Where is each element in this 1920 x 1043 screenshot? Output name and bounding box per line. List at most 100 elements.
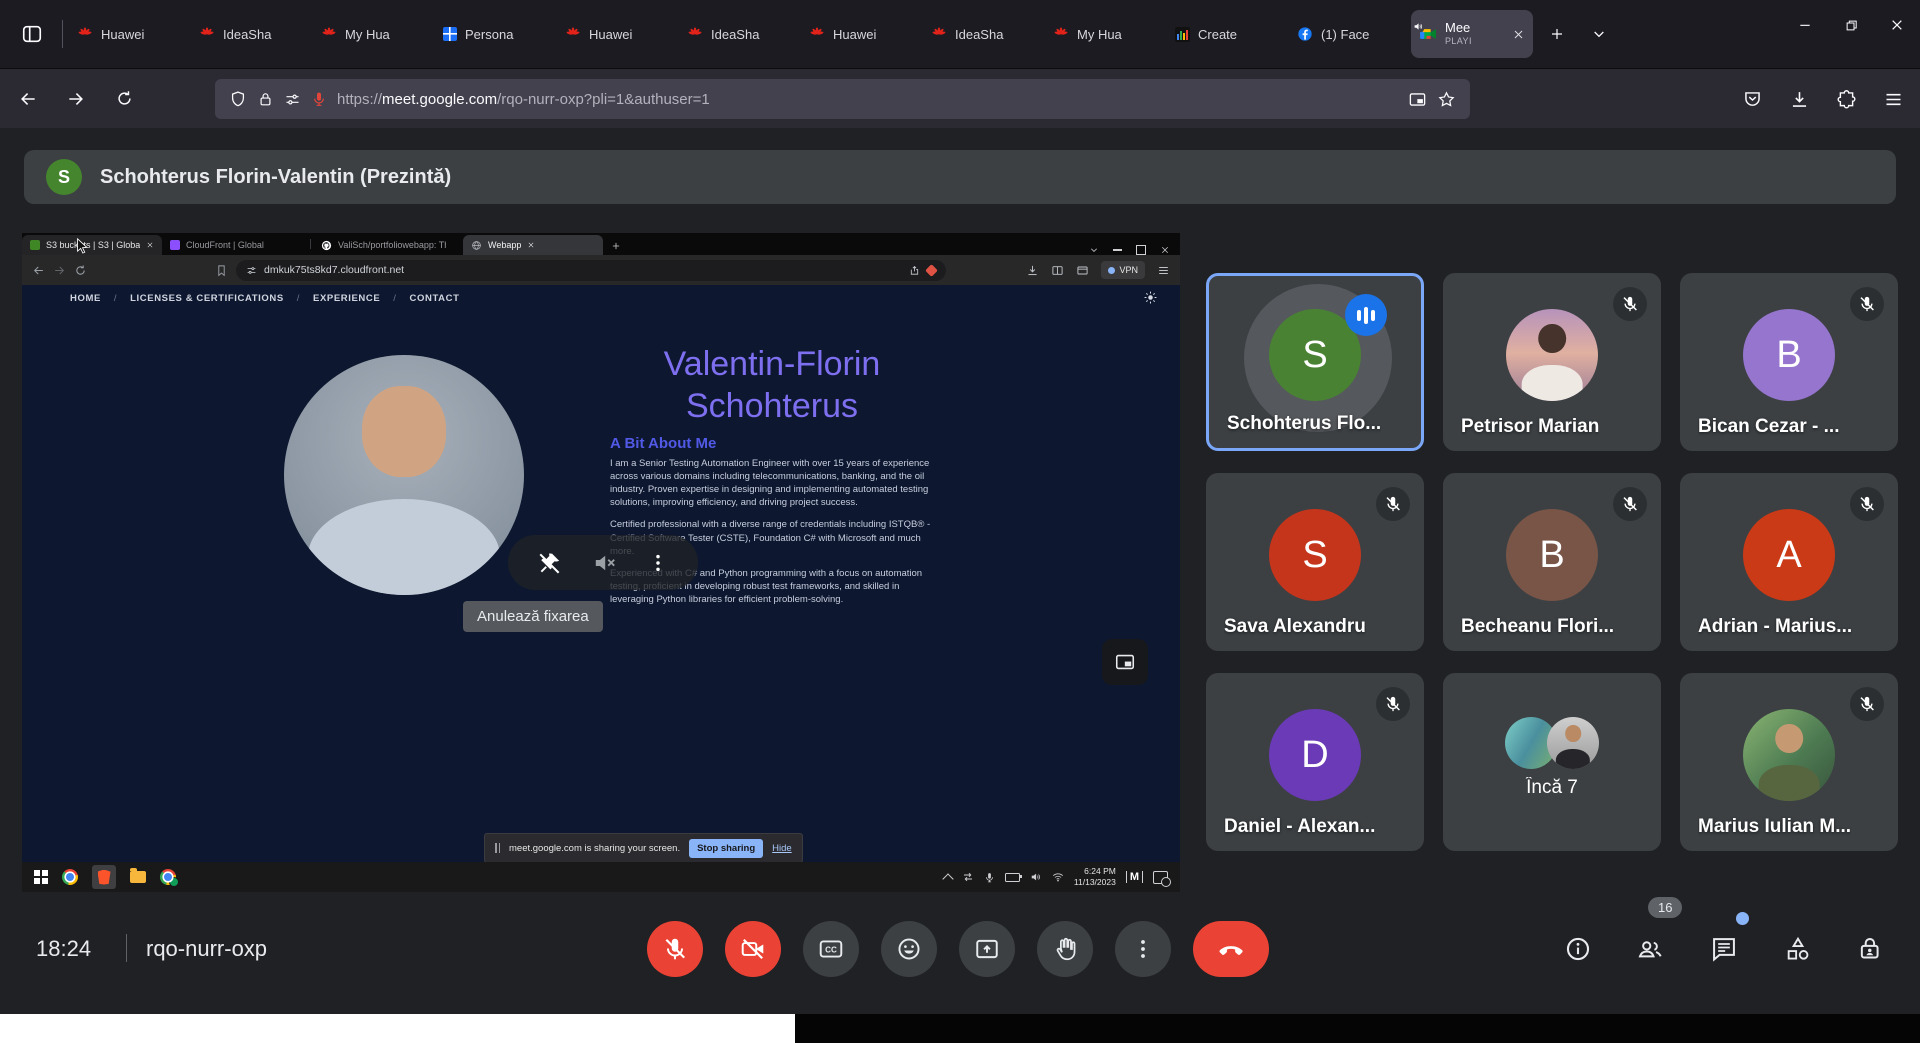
bookmark-icon	[215, 264, 228, 277]
shared-screen-tile[interactable]: S3 buckets | S3 | Global CloudFront | Gl…	[22, 233, 1180, 892]
vpn-badge: VPN	[1101, 261, 1145, 279]
firefox-view-icon[interactable]	[12, 14, 52, 54]
participant-tile-petrisor[interactable]: Petrisor Marian	[1443, 273, 1661, 451]
browser-tab-meet-active[interactable]: Mee PLAYI	[1411, 10, 1533, 58]
present-button[interactable]	[959, 921, 1015, 977]
call-controls	[647, 921, 1269, 977]
extensions-icon[interactable]	[1836, 89, 1857, 110]
wallet-icon	[1076, 264, 1089, 277]
participant-tile-schohterus[interactable]: S Schohterus Flo...	[1206, 273, 1424, 451]
browser-tab[interactable]: Huawei	[557, 10, 679, 58]
reload-button[interactable]	[104, 79, 144, 119]
participant-tile-sava[interactable]: S Sava Alexandru	[1206, 473, 1424, 651]
browser-tab[interactable]: Persona	[435, 10, 557, 58]
lock-icon[interactable]	[257, 91, 274, 108]
status-badge-dot	[169, 877, 179, 887]
address-bar[interactable]: https://meet.google.com/rqo-nurr-oxp?pli…	[215, 79, 1470, 119]
list-tabs-button[interactable]	[1581, 16, 1617, 52]
close-button[interactable]	[1874, 0, 1920, 50]
file-explorer-icon[interactable]	[130, 871, 146, 883]
participants-button[interactable]	[1636, 935, 1664, 963]
reactions-button[interactable]	[881, 921, 937, 977]
download-icon	[1026, 264, 1039, 277]
tab-audio-playing-icon	[1413, 21, 1424, 32]
mic-muted-icon	[1850, 687, 1884, 721]
meeting-details-button[interactable]	[1564, 935, 1592, 963]
chrome-meet-icon[interactable]	[160, 869, 176, 885]
windows-start-icon[interactable]	[34, 870, 48, 884]
tab-label: IdeaSha	[955, 27, 1037, 42]
chevron-down-icon	[1089, 245, 1099, 255]
meeting-code: rqo-nurr-oxp	[146, 936, 267, 962]
raise-hand-button[interactable]	[1037, 921, 1093, 977]
microphone-in-use-icon[interactable]	[311, 91, 327, 107]
close-tab-icon[interactable]	[1512, 28, 1525, 41]
participant-name: Sava Alexandru	[1224, 616, 1366, 638]
browser-tab[interactable]: Create	[1167, 10, 1289, 58]
taskbar-m-icon[interactable]: M	[1126, 871, 1143, 883]
leave-call-button[interactable]	[1193, 921, 1269, 977]
notifications-icon[interactable]	[1153, 871, 1168, 884]
hide-banner-link[interactable]: Hide	[772, 843, 792, 854]
browser-tab[interactable]: Huawei	[69, 10, 191, 58]
participant-tile-bican[interactable]: B Bican Cezar - ...	[1680, 273, 1898, 451]
new-tab-button[interactable]	[1539, 16, 1575, 52]
microphone-tray-icon[interactable]	[984, 872, 995, 883]
tray-expand-icon[interactable]	[942, 873, 953, 884]
permissions-icon[interactable]	[284, 91, 301, 108]
tab-label: (1) Face	[1321, 27, 1403, 42]
more-options-button[interactable]	[1115, 921, 1171, 977]
avatar: B	[1743, 309, 1835, 401]
menu-icon[interactable]	[1883, 89, 1904, 110]
browser-tab[interactable]: Huawei	[801, 10, 923, 58]
stop-sharing-button[interactable]: Stop sharing	[689, 839, 763, 858]
browser-tab[interactable]: (1) Face	[1289, 10, 1411, 58]
wifi-icon[interactable]	[1052, 871, 1064, 883]
forward-button[interactable]	[56, 79, 96, 119]
more-options-icon[interactable]	[647, 552, 669, 574]
participant-tile-marius[interactable]: Marius Iulian M...	[1680, 673, 1898, 851]
avatar: A	[1743, 509, 1835, 601]
speaker-tray-icon[interactable]	[1030, 871, 1042, 883]
site-settings-icon	[246, 265, 257, 276]
shared-address-bar: dmkuk75ts8kd7.cloudfront.net	[236, 260, 946, 281]
unpin-icon[interactable]	[537, 550, 563, 576]
activities-button[interactable]	[1784, 935, 1812, 963]
participant-tile-overflow[interactable]: Încă 7	[1443, 673, 1661, 851]
tracking-protection-shield-icon[interactable]	[229, 90, 247, 108]
browser-tab[interactable]: IdeaSha	[679, 10, 801, 58]
minimize-button[interactable]	[1782, 0, 1828, 50]
battery-icon[interactable]	[1005, 873, 1020, 882]
captions-button[interactable]	[803, 921, 859, 977]
participant-tile-daniel[interactable]: D Daniel - Alexan...	[1206, 673, 1424, 851]
camera-off-button[interactable]	[725, 921, 781, 977]
picture-in-picture-icon[interactable]	[1408, 90, 1427, 109]
participant-tile-becheanu[interactable]: B Becheanu Flori...	[1443, 473, 1661, 651]
vpn-dot-icon	[1108, 267, 1115, 274]
drag-handle-icon[interactable]	[495, 843, 500, 853]
brave-icon[interactable]	[92, 865, 116, 889]
downloads-icon[interactable]	[1789, 89, 1810, 110]
restore-button[interactable]	[1828, 0, 1874, 50]
chat-button[interactable]	[1710, 935, 1738, 963]
network-activity-icon[interactable]	[962, 871, 974, 883]
participant-tile-adrian[interactable]: A Adrian - Marius...	[1680, 473, 1898, 651]
browser-tab[interactable]: My Hua	[313, 10, 435, 58]
windows-taskbar: 6:24 PM 11/13/2023 M	[22, 862, 1180, 892]
taskbar-clock[interactable]: 6:24 PM 11/13/2023	[1074, 866, 1116, 887]
minimize-tile-button[interactable]	[1102, 639, 1148, 685]
browser-tab[interactable]: My Hua	[1045, 10, 1167, 58]
mic-off-button[interactable]	[647, 921, 703, 977]
close-tab-icon	[527, 241, 535, 249]
url-text[interactable]: https://meet.google.com/rqo-nurr-oxp?pli…	[337, 91, 1398, 108]
pocket-icon[interactable]	[1742, 89, 1763, 110]
minimize-icon	[1113, 249, 1122, 251]
browser-tab[interactable]: IdeaSha	[191, 10, 313, 58]
browser-tab[interactable]: IdeaSha	[923, 10, 1045, 58]
back-button[interactable]	[8, 79, 48, 119]
host-controls-button[interactable]	[1856, 935, 1884, 963]
google-meet-icon	[1419, 25, 1437, 43]
chat-notification-dot	[1734, 910, 1751, 927]
chrome-icon[interactable]	[62, 869, 78, 885]
bookmark-star-icon[interactable]	[1437, 90, 1456, 109]
